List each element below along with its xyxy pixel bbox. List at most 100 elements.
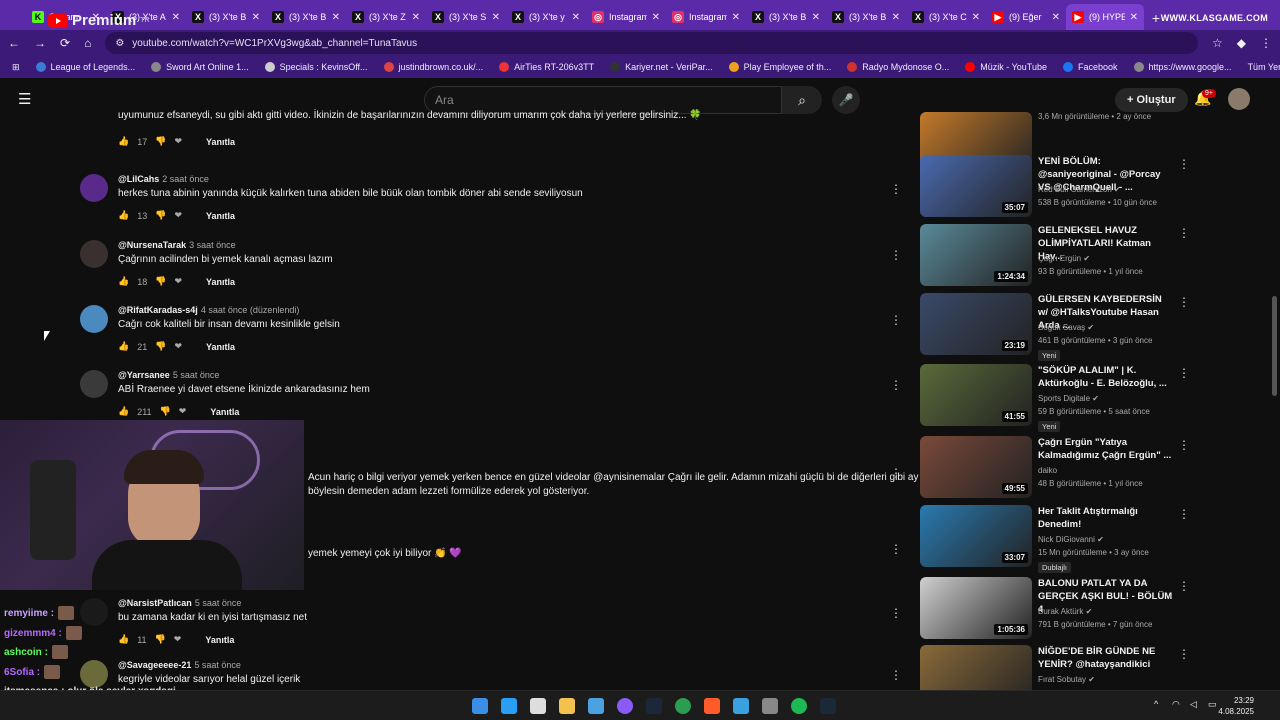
browser-tab[interactable]: ◎ Instagram ✕ bbox=[586, 4, 666, 30]
video-thumbnail[interactable]: 41:55 bbox=[920, 364, 1032, 426]
site-info-icon[interactable]: ⚙ bbox=[115, 38, 124, 49]
comment-menu-icon[interactable]: ⋮ bbox=[890, 313, 902, 327]
comment-avatar[interactable] bbox=[80, 240, 108, 268]
close-tab-icon[interactable]: ✕ bbox=[812, 12, 820, 23]
close-tab-icon[interactable]: ✕ bbox=[972, 12, 980, 23]
video-channel[interactable]: daiko bbox=[1038, 466, 1057, 475]
related-video-item[interactable]: 35:07 YENİ BÖLÜM: @saniyeoriginal - @Porc… bbox=[920, 155, 1200, 219]
reply-button[interactable]: Yanıtla bbox=[210, 407, 239, 417]
close-tab-icon[interactable]: ✕ bbox=[892, 12, 900, 23]
comment-avatar[interactable] bbox=[80, 305, 108, 333]
start-icon[interactable] bbox=[472, 698, 488, 714]
discord-icon[interactable] bbox=[617, 698, 633, 714]
bookmark-item[interactable]: League of Legends... bbox=[35, 62, 135, 72]
reply-button[interactable]: Yanıtla bbox=[206, 342, 235, 352]
bookmark-item[interactable]: Kariyer.net - VeriPar... bbox=[610, 62, 713, 72]
bookmark-item[interactable]: Specials : KevinsOff... bbox=[264, 62, 368, 72]
reply-button[interactable]: Yanıtla bbox=[206, 211, 235, 221]
close-tab-icon[interactable]: ✕ bbox=[252, 12, 260, 23]
search-button[interactable]: ⌕ bbox=[782, 86, 822, 114]
url-field[interactable]: ⚙ youtube.com/watch?v=WC1PrXVg3wg&ab_cha… bbox=[105, 32, 1198, 54]
all-bookmarks[interactable]: Tüm Yer İşaretleri bbox=[1248, 62, 1280, 72]
close-tab-icon[interactable]: ✕ bbox=[172, 12, 180, 23]
browser-tab[interactable]: X (3) X'te S ✕ bbox=[426, 4, 506, 30]
video-channel[interactable]: Red Bull Gamerszon ✔ bbox=[1038, 185, 1121, 194]
video-title[interactable]: Çağrı Ergün "Yatıya Kalmadığımız Çağrı E… bbox=[1038, 436, 1174, 462]
like-icon[interactable]: 👍 bbox=[118, 210, 129, 221]
comment-menu-icon[interactable]: ⋮ bbox=[890, 668, 902, 682]
reply-button[interactable]: Yanıtla bbox=[206, 277, 235, 287]
video-menu-icon[interactable]: ⋮ bbox=[1178, 438, 1190, 452]
close-tab-icon[interactable]: ✕ bbox=[1130, 12, 1138, 23]
tray-chevron-icon[interactable]: ^ bbox=[1154, 699, 1158, 709]
video-menu-icon[interactable]: ⋮ bbox=[1178, 295, 1190, 309]
browser-tab[interactable]: ▶ (9) Eğer ✕ bbox=[986, 4, 1066, 30]
related-video-item[interactable]: 23:19 GÜLERSEN KAYBEDERSİN w/ @HTalksYout… bbox=[920, 293, 1200, 361]
obs-icon[interactable] bbox=[762, 698, 778, 714]
related-video-item[interactable]: 41:55 "SÖKÜP ALALIM" | K. Aktürkoğlu - E.… bbox=[920, 364, 1200, 432]
steam-icon[interactable] bbox=[646, 698, 662, 714]
file-explorer-icon[interactable] bbox=[559, 698, 575, 714]
youtube-logo[interactable]: Premium TR bbox=[48, 12, 150, 29]
chrome-icon[interactable] bbox=[675, 698, 691, 714]
video-thumbnail[interactable]: 23:19 bbox=[920, 293, 1032, 355]
video-title[interactable]: NİĞDE'DE BİR GÜNDE NE YENİR? @hatayşandi… bbox=[1038, 645, 1174, 671]
browser-tab[interactable]: X (3) X'te Z ✕ bbox=[346, 4, 426, 30]
video-menu-icon[interactable]: ⋮ bbox=[1178, 507, 1190, 521]
battery-icon[interactable]: ▭ bbox=[1208, 699, 1217, 710]
video-channel[interactable]: Nick DiGiovanni ✔ bbox=[1038, 535, 1104, 544]
browser-tab[interactable]: X (3) X'te C ✕ bbox=[906, 4, 986, 30]
video-thumbnail[interactable]: 1:05:36 bbox=[920, 577, 1032, 639]
video-menu-icon[interactable]: ⋮ bbox=[1178, 366, 1190, 380]
video-thumbnail[interactable]: 1:24:34 bbox=[920, 224, 1032, 286]
close-tab-icon[interactable]: ✕ bbox=[332, 12, 340, 23]
like-icon[interactable]: 👍 bbox=[118, 406, 129, 417]
comment-author[interactable]: @Yarrsanee 5 saat önce bbox=[118, 370, 219, 380]
voice-search-button[interactable]: 🎤 bbox=[832, 86, 860, 114]
back-icon[interactable]: ← bbox=[8, 36, 20, 50]
bookmark-item[interactable]: Facebook bbox=[1062, 62, 1118, 72]
video-menu-icon[interactable]: ⋮ bbox=[1178, 579, 1190, 593]
comment-author[interactable]: @NursenaTarak 3 saat önce bbox=[118, 240, 236, 250]
like-icon[interactable]: 👍 bbox=[118, 136, 129, 147]
close-tab-icon[interactable]: ✕ bbox=[412, 12, 420, 23]
spotify-icon[interactable] bbox=[791, 698, 807, 714]
browser-tab[interactable]: X (3) X'te B ✕ bbox=[186, 4, 266, 30]
like-icon[interactable]: 👍 bbox=[118, 341, 129, 352]
dislike-icon[interactable]: 👎 bbox=[155, 341, 166, 352]
forward-icon[interactable]: → bbox=[34, 36, 46, 50]
dislike-icon[interactable]: 👎 bbox=[155, 136, 166, 147]
browser-tab[interactable]: ◎ Instagram ✕ bbox=[666, 4, 746, 30]
video-menu-icon[interactable]: ⋮ bbox=[1178, 157, 1190, 171]
comment-menu-icon[interactable]: ⋮ bbox=[890, 248, 902, 262]
browser-tab[interactable]: ▶ (9) HYPE ✕ bbox=[1066, 4, 1144, 30]
copilot-icon[interactable] bbox=[501, 698, 517, 714]
bookmark-item[interactable]: Sword Art Online 1... bbox=[151, 62, 249, 72]
volume-icon[interactable]: ◁ bbox=[1190, 699, 1197, 710]
related-video-item[interactable]: 33:07 Her Taklit Atıştırmalığı Denedim! Ni… bbox=[920, 505, 1200, 573]
comment-menu-icon[interactable]: ⋮ bbox=[890, 182, 902, 196]
bookmark-item[interactable]: Play Employee of th... bbox=[728, 62, 831, 72]
scrollbar[interactable] bbox=[1272, 296, 1277, 396]
account-avatar[interactable] bbox=[1228, 88, 1250, 110]
video-channel[interactable]: Sports Digitale ✔ bbox=[1038, 394, 1099, 403]
comment-avatar[interactable] bbox=[80, 174, 108, 202]
related-video-item[interactable]: 1:24:34 GELENEKSEL HAVUZ OLİMPİYATLARI! K… bbox=[920, 224, 1200, 288]
mail-icon[interactable] bbox=[588, 698, 604, 714]
video-title[interactable]: "SÖKÜP ALALIM" | K. Aktürkoğlu - E. Belö… bbox=[1038, 364, 1174, 390]
comment-menu-icon[interactable]: ⋮ bbox=[890, 542, 902, 556]
dislike-icon[interactable]: 👎 bbox=[160, 406, 171, 417]
browser-tab[interactable]: X (3) X'te B ✕ bbox=[746, 4, 826, 30]
bookmark-item[interactable]: Müzik - YouTube bbox=[965, 62, 1047, 72]
hamburger-icon[interactable]: ☰ bbox=[18, 90, 31, 108]
extensions-icon[interactable]: ◆ bbox=[1237, 36, 1246, 50]
video-thumbnail[interactable]: 49:55 bbox=[920, 436, 1032, 498]
video-menu-icon[interactable]: ⋮ bbox=[1178, 647, 1190, 661]
create-button[interactable]: + Oluştur bbox=[1115, 88, 1188, 112]
close-tab-icon[interactable]: ✕ bbox=[1052, 12, 1060, 23]
steam-app-icon[interactable] bbox=[820, 698, 836, 714]
close-tab-icon[interactable]: ✕ bbox=[572, 12, 580, 23]
dislike-icon[interactable]: 👎 bbox=[155, 210, 166, 221]
dislike-icon[interactable]: 👎 bbox=[155, 276, 166, 287]
wifi-icon[interactable]: ◠ bbox=[1172, 699, 1180, 710]
